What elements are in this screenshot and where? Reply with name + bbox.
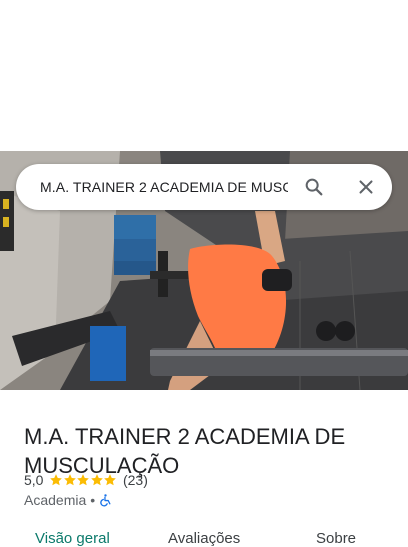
star-icon (50, 474, 63, 486)
map-blank-area (0, 0, 408, 151)
wheelchair-icon (99, 493, 112, 507)
search-bar[interactable]: M.A. TRAINER 2 ACADEMIA DE MUSCULAÇÃO (16, 164, 392, 210)
separator-dot: • (90, 492, 96, 508)
star-icon (77, 474, 90, 486)
star-icon (64, 474, 76, 486)
star-rating (49, 473, 117, 487)
close-icon[interactable] (355, 176, 377, 198)
star-icon (104, 474, 117, 486)
tab-about[interactable]: Sobre (316, 530, 356, 547)
search-icon[interactable] (303, 176, 325, 198)
review-count[interactable]: (23) (123, 472, 148, 488)
rating-value: 5,0 (24, 472, 44, 488)
category-row: Academia • (24, 491, 112, 509)
search-input[interactable]: M.A. TRAINER 2 ACADEMIA DE MUSCULAÇÃO (40, 179, 288, 195)
rating-row[interactable]: 5,0 (23) (24, 471, 148, 489)
tab-overview[interactable]: Visão geral (35, 530, 110, 547)
star-icon (91, 474, 103, 486)
tab-reviews[interactable]: Avaliações (168, 530, 240, 547)
place-category: Academia (24, 492, 87, 508)
